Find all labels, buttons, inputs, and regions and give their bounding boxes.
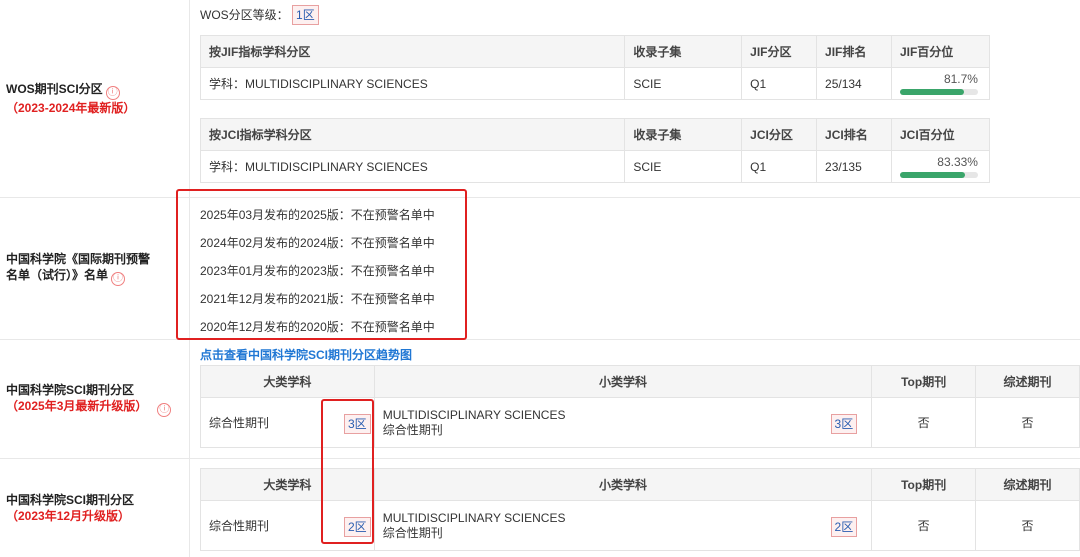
- jif-percentile-bar: [899, 89, 978, 95]
- jci-percentile-bar: [899, 172, 978, 178]
- jci-header-zone: JCI分区: [741, 118, 818, 151]
- review-value: 否: [975, 397, 1080, 448]
- minor-cell: MULTIDISCIPLINARY SCIENCES 综合性期刊 3区: [373, 397, 873, 448]
- jci-header-rank: JCI排名: [816, 118, 892, 151]
- cas-2023-label-title: 中国科学院SCI期刊分区: [6, 493, 135, 507]
- header-top: Top期刊: [871, 468, 977, 501]
- jci-table: 按JCI指标学科分区 收录子集 JCI分区 JCI排名 JCI百分位 学科：MU…: [199, 118, 991, 183]
- wos-level: WOS分区等级： 1区: [200, 5, 319, 25]
- jif-row: 学科：MULTIDISCIPLINARY SCIENCES SCIE Q1 25…: [199, 67, 991, 100]
- zone-highlight-box: [321, 399, 374, 544]
- jci-percentile: 83.33%: [937, 155, 978, 169]
- wos-section: WOS期刊SCI分区 ⓘ （2023-2024年最新版） WOS分区等级： 1区 …: [0, 0, 1080, 198]
- jif-subject: 学科：MULTIDISCIPLINARY SCIENCES: [199, 67, 626, 100]
- jif-zone: Q1: [741, 67, 818, 100]
- jci-row: 学科：MULTIDISCIPLINARY SCIENCES SCIE Q1 23…: [199, 150, 991, 183]
- wos-label-sub: （2023-2024年最新版）: [6, 101, 136, 115]
- major-subject: 综合性期刊: [209, 519, 270, 533]
- jci-zone: Q1: [741, 150, 818, 183]
- header-review: 综述期刊: [975, 468, 1080, 501]
- cas-2025-label: 中国科学院SCI期刊分区 （2025年3月最新升级版） ⓘ: [0, 340, 190, 458]
- cas-2025-label-title: 中国科学院SCI期刊分区: [6, 382, 135, 397]
- trend-chart-link[interactable]: 点击查看中国科学院SCI期刊分区趋势图: [200, 346, 412, 363]
- cas-2025-header-row: 大类学科 小类学科 Top期刊 综述期刊: [200, 365, 1080, 398]
- jci-subset: SCIE: [624, 150, 743, 183]
- jif-rank: 25/134: [816, 67, 892, 100]
- cas-2023-label: 中国科学院SCI期刊分区 （2023年12月升级版）: [0, 459, 190, 557]
- jci-header-subject: 按JCI指标学科分区: [199, 118, 626, 151]
- header-minor: 小类学科: [373, 365, 873, 398]
- header-minor: 小类学科: [373, 468, 873, 501]
- wos-level-label: WOS分区等级：: [200, 8, 289, 22]
- info-icon[interactable]: ⓘ: [111, 272, 126, 286]
- header-review: 综述期刊: [975, 365, 1080, 398]
- warning-label-title-2: 名单（试行）》名单: [6, 268, 109, 282]
- review-value: 否: [975, 500, 1080, 551]
- header-top: Top期刊: [871, 365, 977, 398]
- jci-percentile-fill: [899, 172, 965, 178]
- jif-header-subset: 收录子集: [624, 35, 743, 68]
- jif-header-subject: 按JIF指标学科分区: [199, 35, 626, 68]
- jif-header-percentile: JIF百分位: [890, 35, 991, 68]
- jif-table: 按JIF指标学科分区 收录子集 JIF分区 JIF排名 JIF百分位 学科：MU…: [199, 35, 991, 100]
- top-value: 否: [871, 500, 977, 551]
- wos-label: WOS期刊SCI分区 ⓘ （2023-2024年最新版）: [0, 0, 190, 197]
- minor-subject-cn: 综合性期刊: [382, 422, 443, 437]
- jif-header-row: 按JIF指标学科分区 收录子集 JIF分区 JIF排名 JIF百分位: [199, 35, 991, 68]
- jci-header-percentile: JCI百分位: [890, 118, 991, 151]
- info-icon[interactable]: ⓘ: [105, 86, 120, 100]
- cas-2025-section: 中国科学院SCI期刊分区 （2025年3月最新升级版） ⓘ 点击查看中国科学院SC…: [0, 340, 1080, 459]
- minor-cell: MULTIDISCIPLINARY SCIENCES 综合性期刊 2区: [373, 500, 873, 551]
- jif-percentile: 81.7%: [943, 72, 978, 86]
- minor-zone-badge: 2区: [830, 517, 858, 537]
- top-value: 否: [871, 397, 977, 448]
- wos-content: WOS分区等级： 1区 按JIF指标学科分区 收录子集 JIF分区 JIF排名 …: [190, 0, 1080, 197]
- wos-label-title: WOS期刊SCI分区: [6, 82, 103, 96]
- jci-header-row: 按JCI指标学科分区 收录子集 JCI分区 JCI排名 JCI百分位: [199, 118, 991, 151]
- jif-header-rank: JIF排名: [816, 35, 892, 68]
- warning-label: 中国科学院《国际期刊预警 名单（试行）》名单 ⓘ: [0, 198, 190, 339]
- minor-zone-badge: 3区: [830, 414, 858, 434]
- minor-subject-cn: 综合性期刊: [382, 525, 443, 540]
- wos-level-badge: 1区: [292, 5, 319, 25]
- cas-2025-label-sub: （2025年3月最新升级版）: [6, 398, 148, 413]
- jif-header-zone: JIF分区: [741, 35, 818, 68]
- warning-highlight-box: [176, 189, 467, 340]
- cas-2023-label-sub: （2023年12月升级版）: [6, 509, 131, 523]
- warning-section: 中国科学院《国际期刊预警 名单（试行）》名单 ⓘ 2025年03月发布的2025版…: [0, 198, 1080, 340]
- jci-subject: 学科：MULTIDISCIPLINARY SCIENCES: [199, 150, 626, 183]
- cas-2023-section: 中国科学院SCI期刊分区 （2023年12月升级版） 大类学科 小类学科 Top…: [0, 459, 1080, 557]
- header-major: 大类学科: [200, 365, 375, 398]
- jif-percentile-fill: [899, 89, 964, 95]
- jci-header-subset: 收录子集: [624, 118, 743, 151]
- info-icon[interactable]: ⓘ: [157, 402, 172, 417]
- jci-rank: 23/135: [816, 150, 892, 183]
- major-subject: 综合性期刊: [209, 416, 270, 430]
- jci-percentile-cell: 83.33%: [890, 150, 991, 183]
- minor-subject-en: MULTIDISCIPLINARY SCIENCES: [382, 407, 566, 422]
- jif-subset: SCIE: [624, 67, 743, 100]
- jif-percentile-cell: 81.7%: [890, 67, 991, 100]
- minor-subject-en: MULTIDISCIPLINARY SCIENCES: [382, 510, 566, 525]
- warning-label-title-1: 中国科学院《国际期刊预警: [6, 252, 151, 266]
